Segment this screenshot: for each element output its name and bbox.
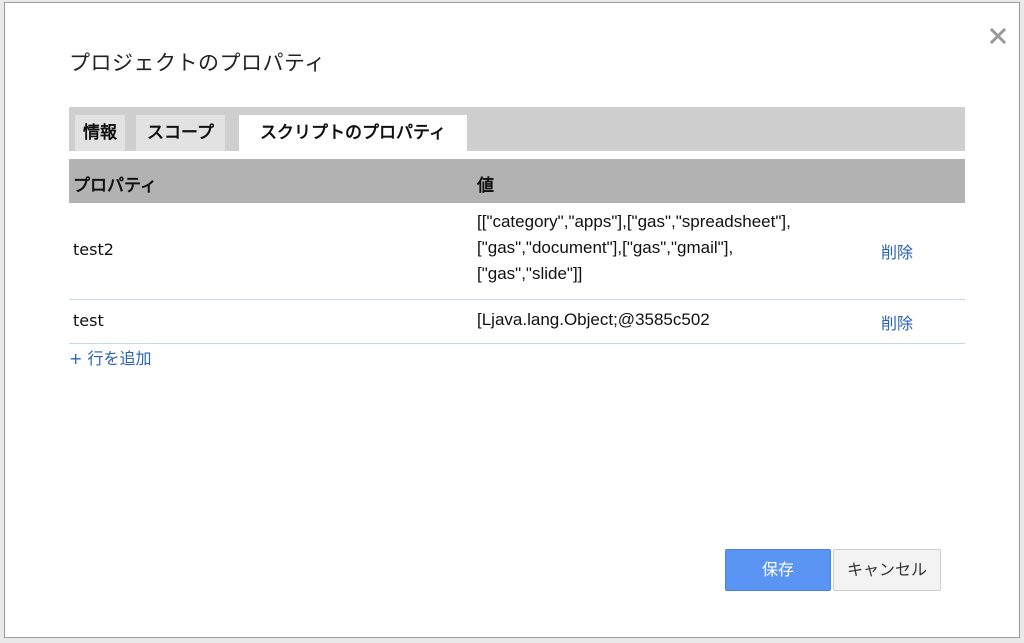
property-value: [["category","apps"],["gas","spreadsheet… xyxy=(477,209,867,287)
property-value-line: ["gas","document"],["gas","gmail"], xyxy=(477,238,734,257)
tab-scope[interactable]: スコープ xyxy=(136,115,225,151)
tab-bar: 情報 スコープ スクリプトのプロパティ xyxy=(69,107,965,151)
table-row: test2 [["category","apps"],["gas","sprea… xyxy=(69,203,965,300)
cancel-button[interactable]: キャンセル xyxy=(833,549,941,591)
table-row: test [Ljava.lang.Object;@3585c502 削除 xyxy=(69,299,965,344)
header-value: 値 xyxy=(477,176,494,196)
property-value-line: [["category","apps"],["gas","spreadsheet… xyxy=(477,212,791,231)
property-value: [Ljava.lang.Object;@3585c502 xyxy=(477,307,867,333)
tab-info[interactable]: 情報 xyxy=(75,115,125,151)
table-header: プロパティ 値 xyxy=(69,159,965,203)
header-property: プロパティ xyxy=(73,176,157,196)
property-value-line: [Ljava.lang.Object;@3585c502 xyxy=(477,310,710,329)
property-key: test xyxy=(73,311,104,330)
close-icon xyxy=(990,28,1006,44)
property-key: test2 xyxy=(73,240,114,259)
project-properties-dialog: プロジェクトのプロパティ 情報 スコープ スクリプトのプロパティ プロパティ 値… xyxy=(4,2,1020,638)
add-row-link[interactable]: + 行を追加 xyxy=(69,345,152,369)
tab-script-properties[interactable]: スクリプトのプロパティ xyxy=(239,115,467,151)
delete-link[interactable]: 削除 xyxy=(881,239,913,263)
property-value-line: ["gas","slide"]] xyxy=(477,264,583,283)
save-button[interactable]: 保存 xyxy=(725,549,831,591)
delete-link[interactable]: 削除 xyxy=(881,310,913,334)
close-button[interactable] xyxy=(985,23,1011,49)
dialog-title: プロジェクトのプロパティ xyxy=(69,51,326,75)
